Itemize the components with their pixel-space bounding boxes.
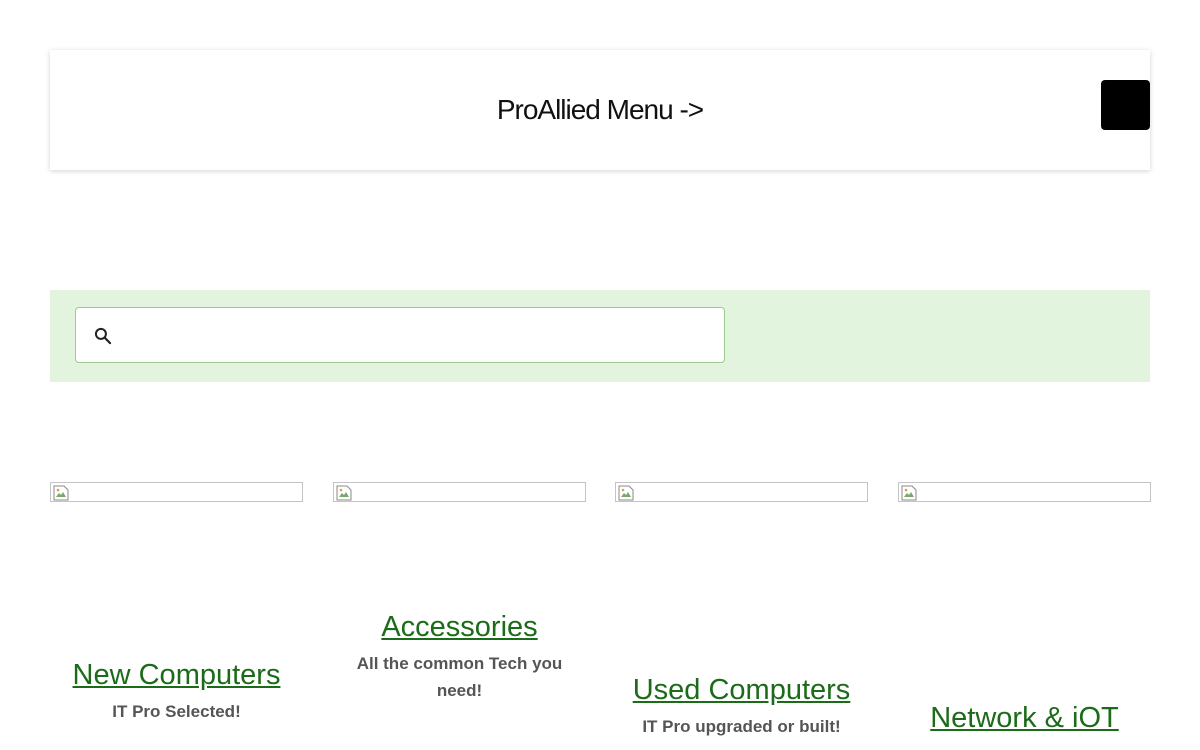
category-image-accessories[interactable] xyxy=(333,482,586,502)
header-title[interactable]: ProAllied Menu -> xyxy=(50,94,1150,126)
broken-image-icon xyxy=(336,485,352,501)
search-box[interactable] xyxy=(75,307,725,363)
menu-toggle-button[interactable] xyxy=(1101,80,1150,130)
category-card-new-computers: New Computers IT Pro Selected! xyxy=(50,482,303,721)
category-image-used-computers[interactable] xyxy=(615,482,868,502)
category-link-network-iot[interactable]: Network & iOT xyxy=(898,701,1151,735)
search-input[interactable] xyxy=(126,318,710,354)
category-subtitle: IT Pro Selected! xyxy=(112,702,241,721)
category-subtitle: All the common Tech you need! xyxy=(356,654,563,700)
site-header: ProAllied Menu -> xyxy=(50,50,1150,170)
search-icon xyxy=(94,327,112,345)
category-link-accessories[interactable]: Accessories xyxy=(333,610,586,644)
category-subtitle: IT Pro upgraded or built! xyxy=(642,717,841,736)
search-band xyxy=(50,290,1150,382)
category-image-new-computers[interactable] xyxy=(50,482,303,502)
broken-image-icon xyxy=(53,485,69,501)
category-body: Network & iOT xyxy=(898,701,1151,741)
category-body: Used Computers IT Pro upgraded or built! xyxy=(615,673,868,740)
category-card-accessories: Accessories All the common Tech you need… xyxy=(333,482,586,700)
category-body: Accessories All the common Tech you need… xyxy=(333,610,586,704)
category-link-used-computers[interactable]: Used Computers xyxy=(615,673,868,707)
category-link-new-computers[interactable]: New Computers xyxy=(50,658,303,692)
broken-image-icon xyxy=(901,485,917,501)
category-card-used-computers: Used Computers IT Pro upgraded or built! xyxy=(615,482,868,736)
category-card-network-iot: Network & iOT xyxy=(898,482,1151,734)
category-body: New Computers IT Pro Selected! xyxy=(50,658,303,725)
broken-image-icon xyxy=(618,485,634,501)
category-image-network-iot[interactable] xyxy=(898,482,1151,502)
